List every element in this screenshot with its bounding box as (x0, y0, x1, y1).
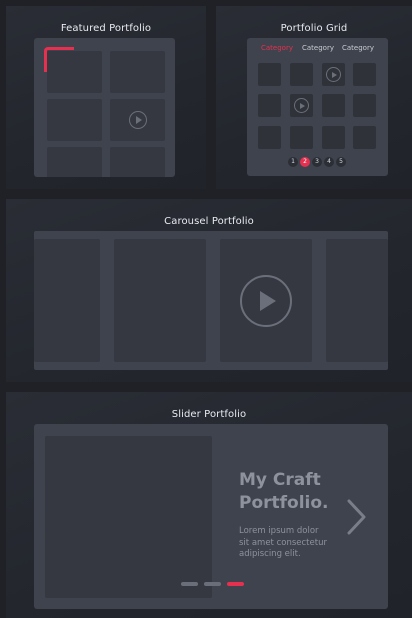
slider-dot[interactable] (181, 582, 198, 586)
grid-tile[interactable] (353, 63, 376, 86)
carousel-portfolio-title: Carousel Portfolio (164, 216, 254, 227)
carousel-slide[interactable] (326, 239, 388, 362)
slider-description-line: Lorem ipsum dolor (239, 526, 319, 536)
slider-description-line: sit amet consectetur (239, 537, 327, 548)
page-button-4[interactable]: 4 (324, 157, 334, 167)
tab-category-2[interactable]: Category (302, 44, 334, 52)
slider-image (45, 436, 212, 598)
tab-category-3[interactable]: Category (342, 44, 374, 52)
featured-tile[interactable] (47, 99, 102, 141)
grid-tile[interactable] (353, 126, 376, 149)
carousel-slide[interactable] (114, 239, 206, 362)
play-icon[interactable] (326, 67, 341, 82)
chevron-right-icon[interactable] (344, 497, 368, 537)
carousel-slide[interactable] (34, 239, 100, 362)
featured-tile[interactable] (110, 147, 165, 177)
tab-category-1[interactable]: Category (261, 44, 293, 52)
slider-description: Lorem ipsum dolor sit amet consectetur a… (239, 526, 344, 561)
slider-portfolio-title: Slider Portfolio (171, 409, 247, 420)
grid-tile[interactable] (290, 126, 313, 149)
slider-heading-line: My Craft (239, 470, 321, 490)
grid-tile-video[interactable] (322, 63, 345, 86)
slider-heading-line: Portfolio. (239, 493, 329, 513)
corner-bracket-icon (44, 47, 74, 72)
grid-tile[interactable] (258, 63, 281, 86)
slider-dot[interactable] (227, 582, 244, 586)
page-button-2[interactable]: 2 (300, 157, 310, 167)
slider-description-line: adipiscing elit. (239, 549, 301, 559)
grid-tile[interactable] (322, 126, 345, 149)
grid-tile[interactable] (258, 94, 281, 117)
grid-tile-video[interactable] (290, 94, 313, 117)
play-icon[interactable] (129, 111, 147, 129)
page-button-5[interactable]: 5 (336, 157, 346, 167)
grid-tile[interactable] (322, 94, 345, 117)
play-icon[interactable] (294, 98, 309, 113)
slider-dot[interactable] (204, 582, 221, 586)
grid-tile[interactable] (258, 126, 281, 149)
grid-tile[interactable] (290, 63, 313, 86)
play-icon[interactable] (240, 275, 292, 327)
carousel-slide-video[interactable] (220, 239, 312, 362)
portfolio-grid-title: Portfolio Grid (280, 23, 348, 34)
page-button-3[interactable]: 3 (312, 157, 322, 167)
page-button-1[interactable]: 1 (288, 157, 298, 167)
grid-tile[interactable] (353, 94, 376, 117)
featured-portfolio-title: Featured Portfolio (60, 23, 152, 34)
featured-tile[interactable] (110, 51, 165, 93)
featured-tile[interactable] (47, 147, 102, 177)
slider-heading: My Craft Portfolio. (239, 469, 349, 515)
featured-tile-video[interactable] (110, 99, 165, 141)
